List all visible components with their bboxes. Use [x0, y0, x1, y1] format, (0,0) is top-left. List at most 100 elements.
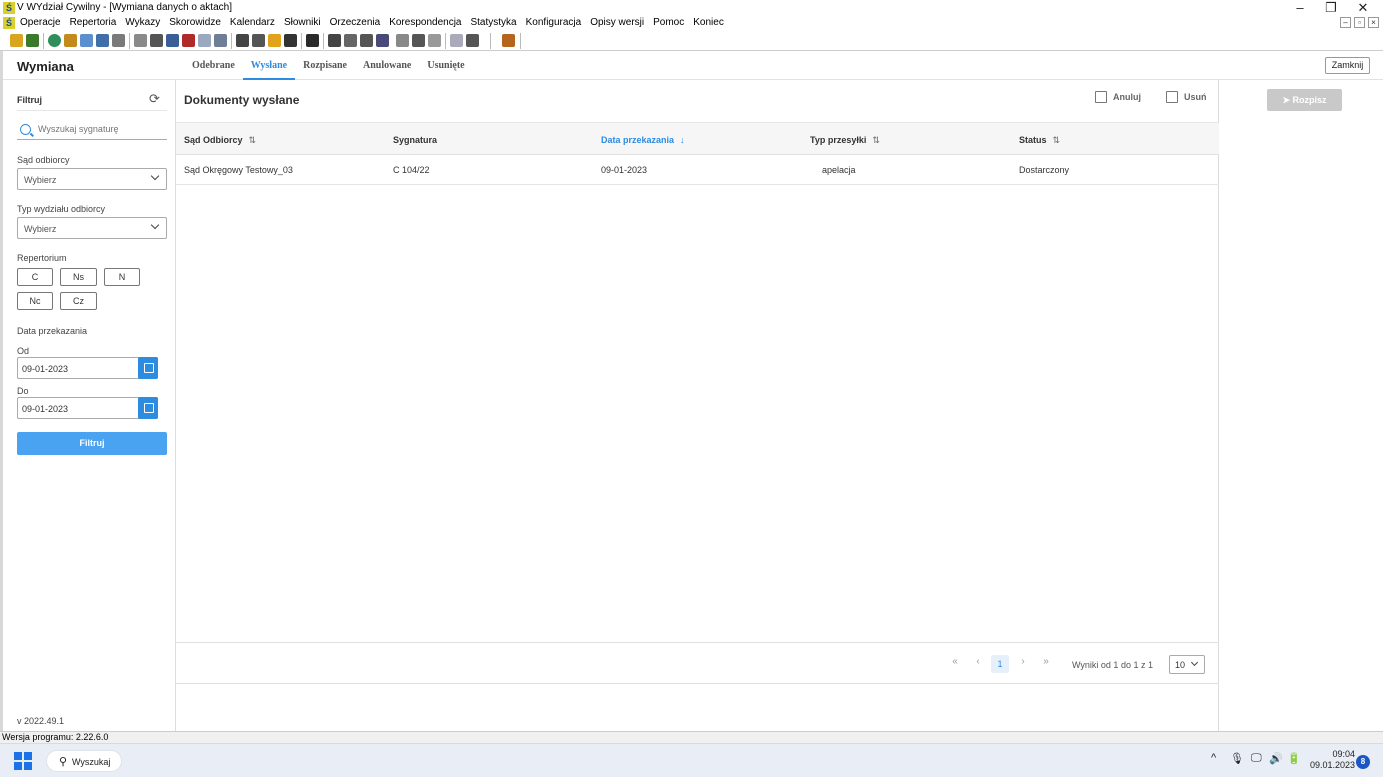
bell-icon[interactable] [268, 34, 281, 47]
page-title: Dokumenty wysłane [184, 93, 300, 107]
windows-start-icon[interactable] [14, 752, 32, 770]
mdi-buttons: – ▫ × [1340, 17, 1379, 28]
send-button[interactable]: ➤ Rozpisz [1267, 89, 1342, 111]
tab-usuniete[interactable]: Usunięte [419, 51, 472, 80]
building-icon[interactable] [306, 34, 319, 47]
calendar-icon[interactable] [138, 357, 158, 379]
menu-orzeczenia[interactable]: Orzeczenia [330, 17, 381, 28]
run-icon[interactable] [284, 34, 297, 47]
prev-page-button[interactable]: ‹ [970, 656, 986, 667]
col-transfer-date[interactable]: Data przekazania ↓ [601, 135, 685, 145]
person-icon[interactable] [236, 34, 249, 47]
date-from-input[interactable]: 09-01-2023 [17, 357, 158, 379]
arrow-icon[interactable] [466, 34, 479, 47]
cancel-button[interactable]: Anuluj [1095, 91, 1141, 103]
refresh-icon[interactable]: ⟳ [149, 91, 160, 107]
close-window-button[interactable]: ✕ [1348, 0, 1378, 16]
menu-statystyka[interactable]: Statystyka [470, 17, 516, 28]
minimize-button[interactable]: – [1285, 0, 1315, 16]
grid-icon[interactable] [182, 34, 195, 47]
menu-slowniki[interactable]: Słowniki [284, 17, 321, 28]
mail-icon[interactable] [396, 34, 409, 47]
tab-wyslane[interactable]: Wysłane [242, 51, 296, 80]
print-icon[interactable] [134, 34, 147, 47]
sort-desc-icon[interactable]: ↓ [680, 135, 685, 145]
filter-button[interactable]: Filtruj [17, 432, 167, 455]
calendar-icon[interactable] [138, 397, 158, 419]
tab-anulowane[interactable]: Anulowane [355, 51, 419, 80]
cancel-arrow-icon [1095, 91, 1107, 103]
restore-button[interactable]: ❐ [1316, 0, 1346, 16]
list-icon[interactable] [64, 34, 77, 47]
sort-icon[interactable]: ⇅ [249, 135, 257, 145]
stamp-icon[interactable] [360, 34, 373, 47]
chevron-up-icon[interactable]: ^ [1211, 752, 1216, 764]
microphone-icon[interactable]: 🎙 [1230, 752, 1244, 765]
network-icon[interactable]: 🖵 [1251, 752, 1262, 765]
table-row[interactable]: Sąd Okręgowy Testowy_03 C 104/22 09-01-2… [176, 155, 1219, 185]
delete-button[interactable]: Usuń [1166, 91, 1207, 103]
mdi-minimize-button[interactable]: – [1340, 17, 1351, 28]
menu-korespondencja[interactable]: Korespondencja [389, 17, 461, 28]
volume-icon[interactable]: 🔊 [1269, 752, 1283, 765]
menu-repertoria[interactable]: Repertoria [70, 17, 117, 28]
filter-icon[interactable] [412, 34, 425, 47]
menu-koniec[interactable]: Koniec [693, 17, 724, 28]
page-size-select[interactable]: 10 [1169, 655, 1205, 674]
taskbar-clock[interactable]: 09:04 09.01.2023 [1310, 749, 1355, 771]
database-icon[interactable] [150, 34, 163, 47]
next-page-button[interactable]: › [1015, 656, 1031, 667]
menu-operacje[interactable]: Operacje [20, 17, 61, 28]
menu-app-icon[interactable]: Ś [3, 17, 15, 29]
search-docs-icon[interactable] [48, 34, 61, 47]
card-icon[interactable] [428, 34, 441, 47]
calendar-icon[interactable] [450, 34, 463, 47]
repertorium-n-button[interactable]: N [104, 268, 140, 286]
first-page-button[interactable]: « [947, 656, 963, 667]
current-page[interactable]: 1 [991, 655, 1009, 673]
repertorium-cz-button[interactable]: Cz [60, 292, 97, 310]
menu-pomoc[interactable]: Pomoc [653, 17, 684, 28]
court-select[interactable]: Wybierz [17, 168, 167, 190]
menu-konfiguracja[interactable]: Konfiguracja [526, 17, 582, 28]
exit-icon[interactable] [502, 34, 515, 47]
tab-rozpisane[interactable]: Rozpisane [295, 51, 355, 80]
repertorium-nc-button[interactable]: Nc [17, 292, 53, 310]
hand-icon[interactable] [344, 34, 357, 47]
col-status[interactable]: Status ⇅ [1019, 135, 1060, 146]
flag-icon[interactable] [376, 34, 389, 47]
pencil-icon[interactable] [10, 34, 23, 47]
court-icon[interactable] [252, 34, 265, 47]
hammer-icon[interactable] [328, 34, 341, 47]
sort-icon[interactable]: ⇅ [1053, 135, 1061, 145]
document-icon[interactable] [80, 34, 93, 47]
mdi-restore-button[interactable]: ▫ [1354, 17, 1365, 28]
date-to-input[interactable]: 09-01-2023 [17, 397, 158, 419]
battery-icon[interactable]: 🔋 [1287, 752, 1301, 765]
users-icon[interactable] [166, 34, 179, 47]
menu-kalendarz[interactable]: Kalendarz [230, 17, 275, 28]
repertorium-c-button[interactable]: C [17, 268, 53, 286]
save-icon[interactable] [96, 34, 109, 47]
col-signature[interactable]: Sygnatura [393, 135, 437, 145]
notification-badge[interactable]: 8 [1356, 755, 1370, 769]
col-shipment-type[interactable]: Typ przesyłki ⇅ [810, 135, 880, 146]
col-recipient-court[interactable]: Sąd Odbiorcy ⇅ [184, 135, 256, 146]
taskbar-search[interactable]: ⚲ Wyszukaj [46, 750, 122, 772]
last-page-button[interactable]: » [1038, 656, 1054, 667]
menu-opisy-wersji[interactable]: Opisy wersji [590, 17, 644, 28]
table-icon[interactable] [198, 34, 211, 47]
repertorium-ns-button[interactable]: Ns [60, 268, 97, 286]
tab-odebrane[interactable]: Odebrane [184, 51, 243, 80]
book-icon[interactable] [26, 34, 39, 47]
close-module-button[interactable]: Zamknij [1325, 57, 1370, 74]
dept-type-select[interactable]: Wybierz [17, 217, 167, 239]
menu-wykazy[interactable]: Wykazy [125, 17, 160, 28]
tools-icon[interactable] [112, 34, 125, 47]
sort-icon[interactable]: ⇅ [872, 135, 880, 145]
window-icon[interactable] [214, 34, 227, 47]
delete-button-label: Usuń [1184, 92, 1207, 102]
mdi-close-button[interactable]: × [1368, 17, 1379, 28]
menu-skorowidze[interactable]: Skorowidze [169, 17, 221, 28]
signature-search-input[interactable] [38, 124, 163, 134]
